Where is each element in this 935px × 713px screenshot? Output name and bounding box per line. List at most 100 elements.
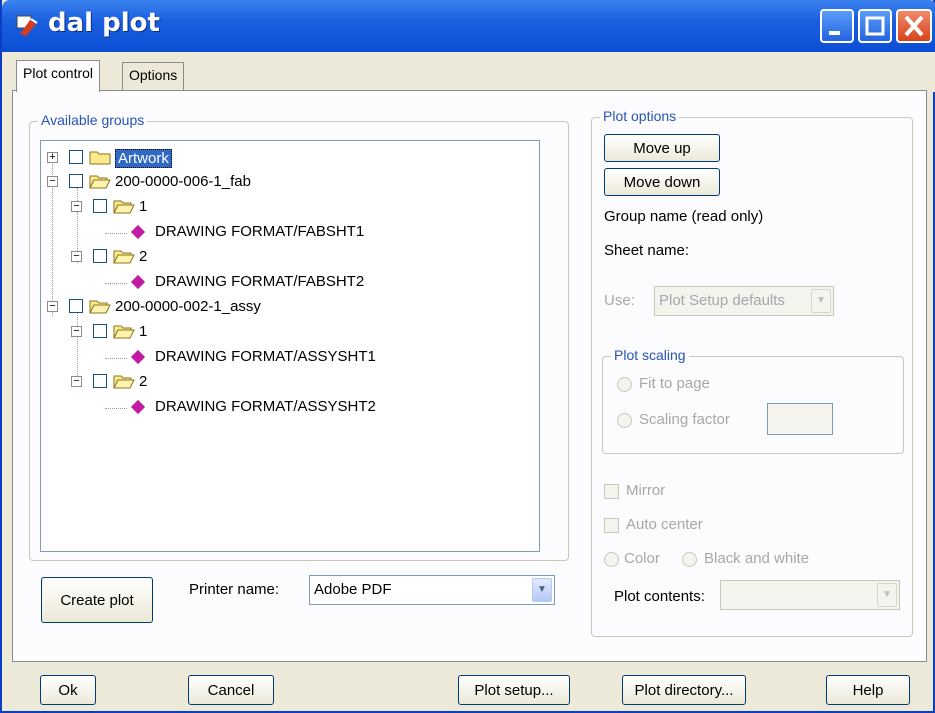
tree-item[interactable]: + Artwork xyxy=(45,147,245,171)
move-down-button[interactable]: Move down xyxy=(604,168,720,196)
plot-options-box: Plot options Move up Move down Group nam… xyxy=(591,108,913,637)
chevron-down-icon[interactable]: ▼ xyxy=(877,583,897,607)
color-radio[interactable] xyxy=(604,552,619,567)
window-title: dal plot xyxy=(48,8,160,38)
tree-item-checkbox[interactable] xyxy=(93,249,107,263)
chevron-down-icon[interactable]: ▼ xyxy=(532,578,552,602)
chevron-down-icon[interactable]: ▼ xyxy=(811,289,831,313)
move-up-button[interactable]: Move up xyxy=(604,134,720,162)
help-button[interactable]: Help xyxy=(826,675,910,705)
plot-scaling-box: Plot scaling Fit to page Scaling factor xyxy=(602,347,904,454)
collapse-minus-icon[interactable]: − xyxy=(47,301,58,312)
tree-item[interactable]: − 1 xyxy=(69,321,269,345)
plot-control-panel: Available groups + Artwork − 200-0000-00… xyxy=(12,90,927,662)
tree-item-label: 2 xyxy=(139,373,148,390)
open-folder-icon xyxy=(113,200,135,214)
tree-item-label: DRAWING FORMAT/FABSHT2 xyxy=(155,273,365,290)
dialog-window: dal plot Plot control Options Available … xyxy=(0,0,935,713)
tree-item-label: 1 xyxy=(139,323,148,340)
fit-to-page-radio[interactable] xyxy=(617,377,632,392)
plot-setup-button[interactable]: Plot setup... xyxy=(458,675,570,705)
tree-item-label: Artwork xyxy=(115,149,172,168)
maximize-button[interactable] xyxy=(858,9,892,43)
use-label: Use: xyxy=(604,292,635,309)
scaling-factor-radio[interactable] xyxy=(617,413,632,428)
group-name-label: Group name (read only) xyxy=(604,208,764,225)
use-select[interactable]: Plot Setup defaults ▼ xyxy=(654,286,834,316)
plot-contents-label: Plot contents: xyxy=(614,588,705,605)
black-and-white-label: Black and white xyxy=(704,550,810,567)
collapse-minus-icon[interactable]: − xyxy=(71,201,82,212)
create-plot-button[interactable]: Create plot xyxy=(41,577,153,623)
tree-item-checkbox[interactable] xyxy=(69,299,83,313)
open-folder-icon xyxy=(89,175,111,189)
tab-plot-control-label: Plot control xyxy=(23,65,94,81)
fit-to-page-label: Fit to page xyxy=(639,375,710,392)
plot-scaling-legend: Plot scaling xyxy=(611,347,689,363)
plot-options-legend: Plot options xyxy=(600,108,680,124)
tree-item-label: 200-0000-002-1_assy xyxy=(115,298,261,315)
scaling-factor-input[interactable] xyxy=(767,403,833,435)
auto-center-label: Auto center xyxy=(626,516,703,533)
use-value: Plot Setup defaults xyxy=(659,292,785,309)
drawing-format-icon xyxy=(130,224,146,240)
collapse-minus-icon[interactable]: − xyxy=(71,326,82,337)
tree-item-label: DRAWING FORMAT/ASSYSHT1 xyxy=(155,348,376,365)
tree-item[interactable]: DRAWING FORMAT/ASSYSHT1 xyxy=(117,346,447,370)
close-icon xyxy=(904,15,924,37)
title-bar[interactable]: dal plot xyxy=(2,0,935,52)
app-icon xyxy=(16,15,38,36)
open-folder-icon xyxy=(113,325,135,339)
drawing-format-icon xyxy=(130,274,146,290)
tree-item[interactable]: − 1 xyxy=(69,196,269,220)
tree-item[interactable]: − 2 xyxy=(69,371,269,395)
tab-options-label: Options xyxy=(129,67,178,83)
tree-item[interactable]: − 200-0000-002-1_assy xyxy=(45,296,345,320)
tree-item-label: 200-0000-006-1_fab xyxy=(115,173,251,190)
sheet-name-label: Sheet name: xyxy=(604,242,690,259)
mirror-label: Mirror xyxy=(626,482,666,499)
tree-item-checkbox[interactable] xyxy=(69,150,83,164)
tree-item-label: 1 xyxy=(139,198,148,215)
tree-item-label: 2 xyxy=(139,248,148,265)
auto-center-checkbox[interactable] xyxy=(604,518,619,533)
tree-item-checkbox[interactable] xyxy=(93,199,107,213)
scaling-factor-label: Scaling factor xyxy=(639,411,730,428)
tree-item-checkbox[interactable] xyxy=(93,374,107,388)
drawing-format-icon xyxy=(130,399,146,415)
cancel-button[interactable]: Cancel xyxy=(188,675,274,705)
plot-contents-select[interactable]: ▼ xyxy=(720,580,900,610)
color-label: Color xyxy=(624,550,660,567)
tree-item[interactable]: DRAWING FORMAT/FABSHT2 xyxy=(117,271,447,295)
tree-item[interactable]: − 200-0000-006-1_fab xyxy=(45,171,345,195)
maximize-icon xyxy=(865,16,885,36)
plot-directory-button[interactable]: Plot directory... xyxy=(622,675,746,705)
tab-options[interactable]: Options xyxy=(122,62,185,90)
minimize-button[interactable] xyxy=(820,9,854,43)
black-and-white-radio[interactable] xyxy=(682,552,697,567)
available-groups-box: Available groups + Artwork − 200-0000-00… xyxy=(29,112,569,561)
mirror-checkbox[interactable] xyxy=(604,484,619,499)
expand-plus-icon[interactable]: + xyxy=(47,152,58,163)
open-folder-icon xyxy=(113,375,135,389)
tree-item[interactable]: DRAWING FORMAT/FABSHT1 xyxy=(117,221,447,245)
tab-plot-control[interactable]: Plot control xyxy=(16,60,101,92)
collapse-minus-icon[interactable]: − xyxy=(71,251,82,262)
groups-tree[interactable]: + Artwork − 200-0000-006-1_fab − 1 DRAWI… xyxy=(40,140,540,552)
open-folder-icon xyxy=(89,300,111,314)
ok-button[interactable]: Ok xyxy=(40,675,96,705)
available-groups-legend: Available groups xyxy=(38,112,148,128)
printer-name-select[interactable]: Adobe PDF ▼ xyxy=(309,575,555,605)
tree-item[interactable]: DRAWING FORMAT/ASSYSHT2 xyxy=(117,396,447,420)
tree-item-checkbox[interactable] xyxy=(93,324,107,338)
collapse-minus-icon[interactable]: − xyxy=(71,376,82,387)
tree-item-label: DRAWING FORMAT/FABSHT1 xyxy=(155,223,365,240)
drawing-format-icon xyxy=(130,349,146,365)
open-folder-icon xyxy=(113,250,135,264)
tree-item-checkbox[interactable] xyxy=(69,174,83,188)
minimize-icon xyxy=(829,31,840,35)
tree-item[interactable]: − 2 xyxy=(69,246,269,270)
collapse-minus-icon[interactable]: − xyxy=(47,176,58,187)
close-button[interactable] xyxy=(896,9,932,43)
printer-name-label: Printer name: xyxy=(189,581,280,598)
